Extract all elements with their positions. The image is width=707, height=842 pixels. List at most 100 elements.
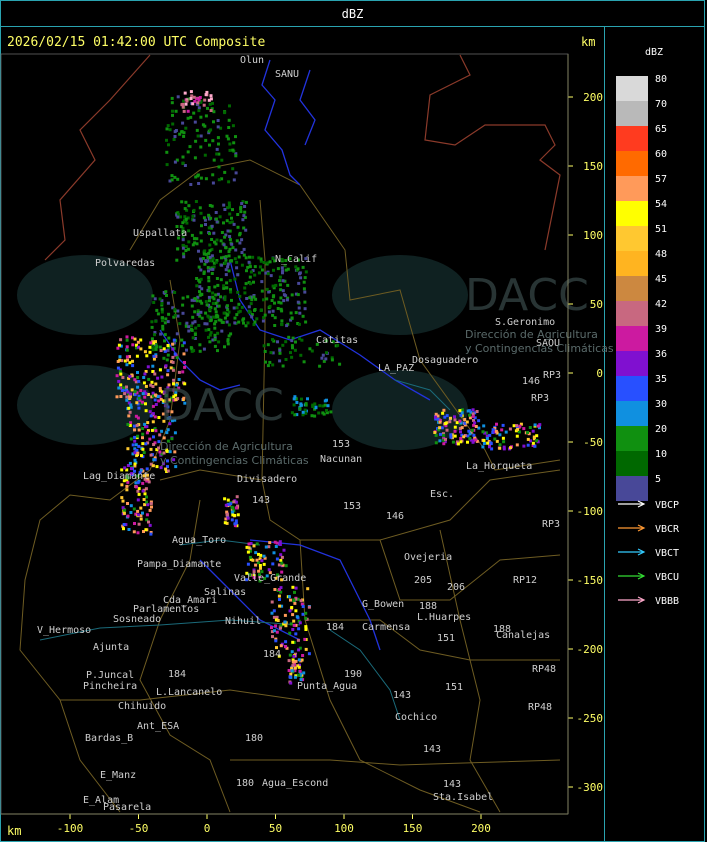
radar-label: VBCU xyxy=(655,572,679,583)
place-label: 180 xyxy=(245,733,263,744)
y-tick-label: 0 xyxy=(596,367,603,380)
place-label: 205 xyxy=(414,575,432,586)
legend-label: 48 xyxy=(655,249,667,260)
legend-swatch xyxy=(616,201,648,226)
x-tick-label: 200 xyxy=(471,822,491,835)
place-label: Canalejas xyxy=(496,630,550,641)
watermark-line1-1: Dirección de Agricultura xyxy=(465,328,598,341)
legend-label: 5 xyxy=(655,474,661,485)
watermark-brand-2: DACC xyxy=(160,380,284,431)
legend-label: 20 xyxy=(655,424,667,435)
place-label: E_Manz xyxy=(100,770,136,781)
place-label: Punta_Agua xyxy=(297,681,357,692)
place-label: 184 xyxy=(168,669,186,680)
province-borders xyxy=(44,54,561,261)
watermark-line2-1: y Contingencias Climáticas xyxy=(465,342,614,355)
x-tick-label: 100 xyxy=(334,822,354,835)
x-tick-label: 50 xyxy=(269,822,282,835)
y-tick-label: 150 xyxy=(583,160,603,173)
place-label: Nacunan xyxy=(320,454,362,465)
place-label: Catitas xyxy=(316,335,358,346)
legend-title: dBZ xyxy=(645,47,664,58)
place-label: 188 xyxy=(419,601,437,612)
place-label: La_Horqueta xyxy=(466,461,532,472)
legend-swatch xyxy=(616,351,648,376)
place-label: Carmensa xyxy=(362,622,410,633)
y-tick-label: 100 xyxy=(583,229,603,242)
place-label: L.Lancanelo xyxy=(156,687,222,698)
place-label: Pincheira xyxy=(83,681,137,692)
place-label: Valle_Grande xyxy=(234,573,306,584)
watermark-line2-2: y Contingencias Climáticas xyxy=(160,454,309,467)
place-label: V_Hermoso xyxy=(37,625,91,636)
legend-swatch xyxy=(616,401,648,426)
radar-label: VBCR xyxy=(655,524,680,535)
legend-swatch xyxy=(616,151,648,176)
place-label: Ant_ESA xyxy=(137,721,179,732)
place-label: 143 xyxy=(393,690,411,701)
place-label: 146 xyxy=(522,376,540,387)
x-tick-label: 0 xyxy=(204,822,211,835)
place-label: Divisadero xyxy=(237,474,297,485)
radar-label: VBCP xyxy=(655,500,679,511)
legend-swatch xyxy=(616,326,648,351)
legend-label: 30 xyxy=(655,399,667,410)
radar-label: VBBB xyxy=(655,596,679,607)
legend-label: 51 xyxy=(655,224,667,235)
legend-swatch xyxy=(616,76,648,101)
radar-label: VBCT xyxy=(655,548,679,559)
place-label: L.Huarpes xyxy=(417,612,471,623)
legend-swatch xyxy=(616,451,648,476)
place-label: LA_PAZ xyxy=(378,363,414,374)
place-label: Pampa_Diamante xyxy=(137,559,221,570)
place-label: 143 xyxy=(443,779,461,790)
place-label: 180 xyxy=(236,778,254,789)
watermark-line1-2: Dirección de Agricultura xyxy=(160,440,293,453)
km-label-top: km xyxy=(581,35,596,49)
place-label: RP3 xyxy=(531,393,549,404)
dbz-legend: 80 70 65 60 57 54 51 48 45 42 39 36 35 30 20 10 5 xyxy=(616,74,667,501)
place-label: 143 xyxy=(423,744,441,755)
header-timestamp: 2026/02/15 01:42:00 UTC Composite xyxy=(7,35,266,50)
place-label: RP48 xyxy=(528,702,552,713)
place-label: SANU xyxy=(275,69,299,80)
radar-map[interactable]: Olun SANU Uspallata Polvaredas N_Calif Catita… xyxy=(0,0,707,842)
legend-label: 65 xyxy=(655,124,667,135)
place-label: RP3 xyxy=(543,370,561,381)
legend-swatch xyxy=(616,301,648,326)
legend-label: 35 xyxy=(655,374,667,385)
legend-swatch xyxy=(616,226,648,251)
y-tick-label: 200 xyxy=(583,91,603,104)
km-label-bottom: km xyxy=(7,824,22,838)
place-label: 151 xyxy=(437,633,455,644)
place-label: Bardas_B xyxy=(85,733,133,744)
place-label: 146 xyxy=(386,511,404,522)
place-label: Olun xyxy=(240,55,264,66)
place-label: Uspallata xyxy=(133,228,187,239)
place-label: 190 xyxy=(344,669,362,680)
legend-swatch xyxy=(616,376,648,401)
place-label: N_Calif xyxy=(275,254,317,265)
place-label: Ovejeria xyxy=(404,552,452,563)
legend-label: 39 xyxy=(655,324,667,335)
legend-label: 57 xyxy=(655,174,667,185)
legend-label: 60 xyxy=(655,149,667,160)
place-label: 206 xyxy=(447,582,465,593)
y-tick-label: -250 xyxy=(577,712,604,725)
place-label: Nihuil xyxy=(225,616,261,627)
place-label: 184 xyxy=(326,622,344,633)
place-label: 153 xyxy=(332,439,350,450)
legend-swatch xyxy=(616,276,648,301)
legend-swatch xyxy=(616,101,648,126)
place-label: Lag_Diamante xyxy=(83,471,155,482)
place-label: 143 xyxy=(252,495,270,506)
radar-list: VBCP VBCR VBCT VBCU VBBB xyxy=(618,500,680,607)
legend-label: 70 xyxy=(655,99,667,110)
x-axis: -100 -50 0 50 100 150 200 xyxy=(1,813,568,835)
x-tick-label: -100 xyxy=(57,822,84,835)
y-tick-label: -150 xyxy=(577,574,604,587)
place-label: Sosneado xyxy=(113,614,161,625)
legend-label: 36 xyxy=(655,349,667,360)
place-label: Agua_Toro xyxy=(172,535,226,546)
legend-swatch xyxy=(616,476,648,501)
